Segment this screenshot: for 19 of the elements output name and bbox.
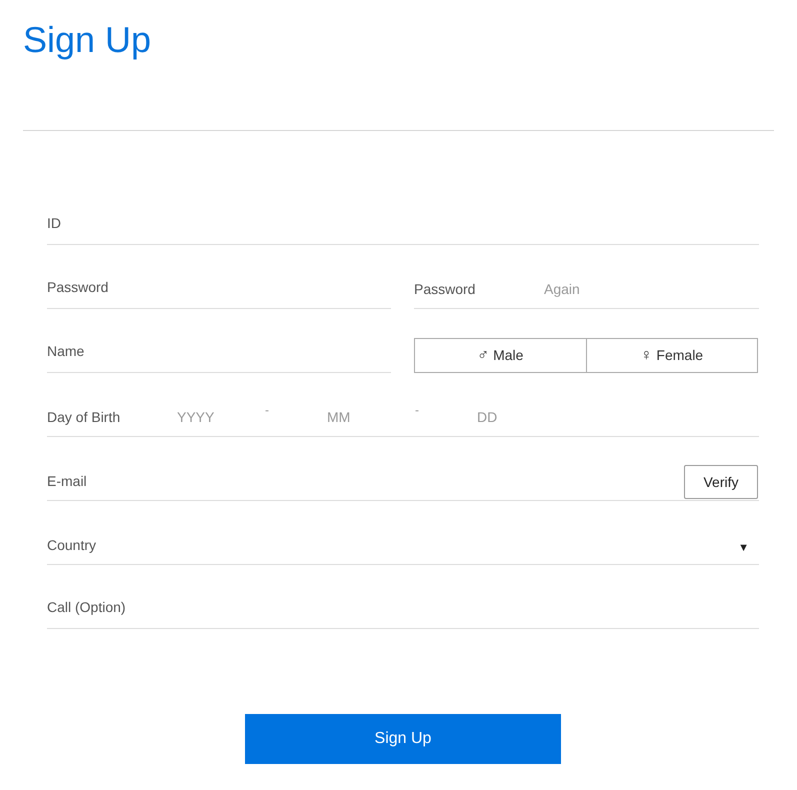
input-field[interactable]: Again	[544, 279, 744, 300]
sign-up-button[interactable]: Sign Up	[245, 714, 561, 764]
date-field[interactable]: MM	[327, 407, 415, 428]
verify-button[interactable]: Verify	[684, 465, 758, 499]
input-field[interactable]: ID	[47, 181, 759, 245]
date-separator: -	[265, 402, 270, 419]
page-title: Sign Up	[23, 18, 152, 62]
date-field[interactable]: DD	[477, 407, 565, 428]
date-field[interactable]: YYYY	[177, 407, 265, 428]
gender-option[interactable]: ♂ Male	[414, 338, 586, 373]
field-label: Day of Birth	[47, 408, 122, 427]
date-separator: -	[415, 402, 420, 419]
input-field[interactable]: Call (Option)	[47, 565, 759, 629]
input-field[interactable]: Password	[47, 245, 391, 309]
gender-option[interactable]: ♀ Female	[586, 338, 758, 373]
input-field[interactable]: Name	[47, 309, 391, 373]
field-label: Password	[414, 280, 476, 299]
input-field[interactable]: E-mail	[47, 471, 684, 500]
country-select[interactable]: Country ▼	[47, 501, 759, 565]
